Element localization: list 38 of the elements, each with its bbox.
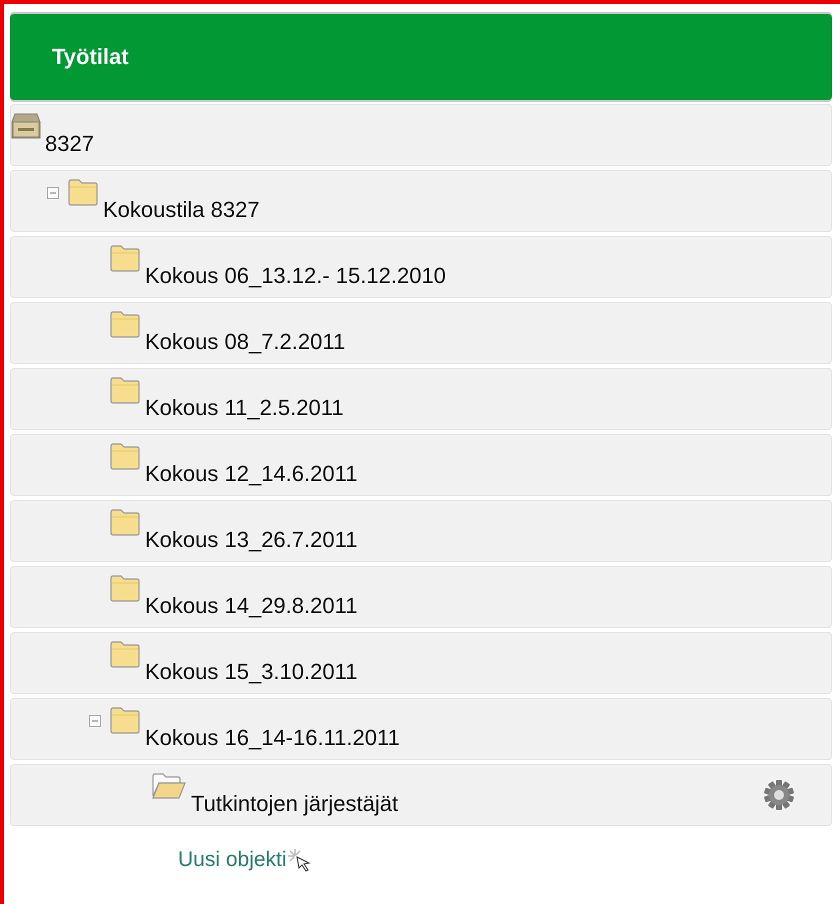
folder-icon xyxy=(109,244,141,272)
node-label: Kokous 16_14-16.11.2011 xyxy=(145,725,400,751)
collapse-toggle[interactable] xyxy=(89,715,101,727)
folder-icon xyxy=(109,574,141,602)
new-object-link[interactable]: Uusi objekti xyxy=(178,848,287,872)
tree-row[interactable]: Kokous 16_14-16.11.2011 xyxy=(10,698,832,760)
node-label: Kokous 14_29.8.2011 xyxy=(145,593,358,619)
open-folder-icon xyxy=(151,772,187,800)
tree-row[interactable]: Tutkintojen järjestäjät xyxy=(10,764,832,826)
folder-icon xyxy=(109,442,141,470)
tree-row[interactable]: Kokous 12_14.6.2011 xyxy=(10,434,832,496)
node-label: Kokous 15_3.10.2011 xyxy=(145,659,358,685)
node-label: Kokous 06_13.12.- 15.12.2010 xyxy=(145,263,446,289)
node-label: Kokoustila 8327 xyxy=(103,197,260,223)
tree-row[interactable]: Kokous 11_2.5.2011 xyxy=(10,368,832,430)
folder-icon xyxy=(109,376,141,404)
folder-icon xyxy=(109,310,141,338)
folder-icon xyxy=(67,178,99,206)
tree-row[interactable]: Kokous 06_13.12.- 15.12.2010 xyxy=(10,236,832,298)
tree-row[interactable]: Kokous 13_26.7.2011 xyxy=(10,500,832,562)
tree-row[interactable]: 8327 xyxy=(10,104,832,166)
settings-icon[interactable] xyxy=(763,779,795,811)
collapse-toggle[interactable] xyxy=(47,187,59,199)
node-label: Kokous 08_7.2.2011 xyxy=(145,329,346,355)
node-label: Kokous 12_14.6.2011 xyxy=(145,461,358,487)
node-label: Tutkintojen järjestäjät xyxy=(191,791,398,817)
folder-icon xyxy=(109,640,141,668)
drive-icon xyxy=(11,112,41,140)
tree-row[interactable]: Kokous 08_7.2.2011 xyxy=(10,302,832,364)
tree-row[interactable]: Kokoustila 8327 xyxy=(10,170,832,232)
tree-row[interactable]: Kokous 15_3.10.2011 xyxy=(10,632,832,694)
panel-header: Työtilat xyxy=(10,14,832,100)
node-label: Kokous 11_2.5.2011 xyxy=(145,395,344,421)
folder-icon xyxy=(109,706,141,734)
node-label: 8327 xyxy=(45,131,94,157)
node-label: Kokous 13_26.7.2011 xyxy=(145,527,358,553)
tree-row[interactable]: Kokous 14_29.8.2011 xyxy=(10,566,832,628)
folder-icon xyxy=(109,508,141,536)
